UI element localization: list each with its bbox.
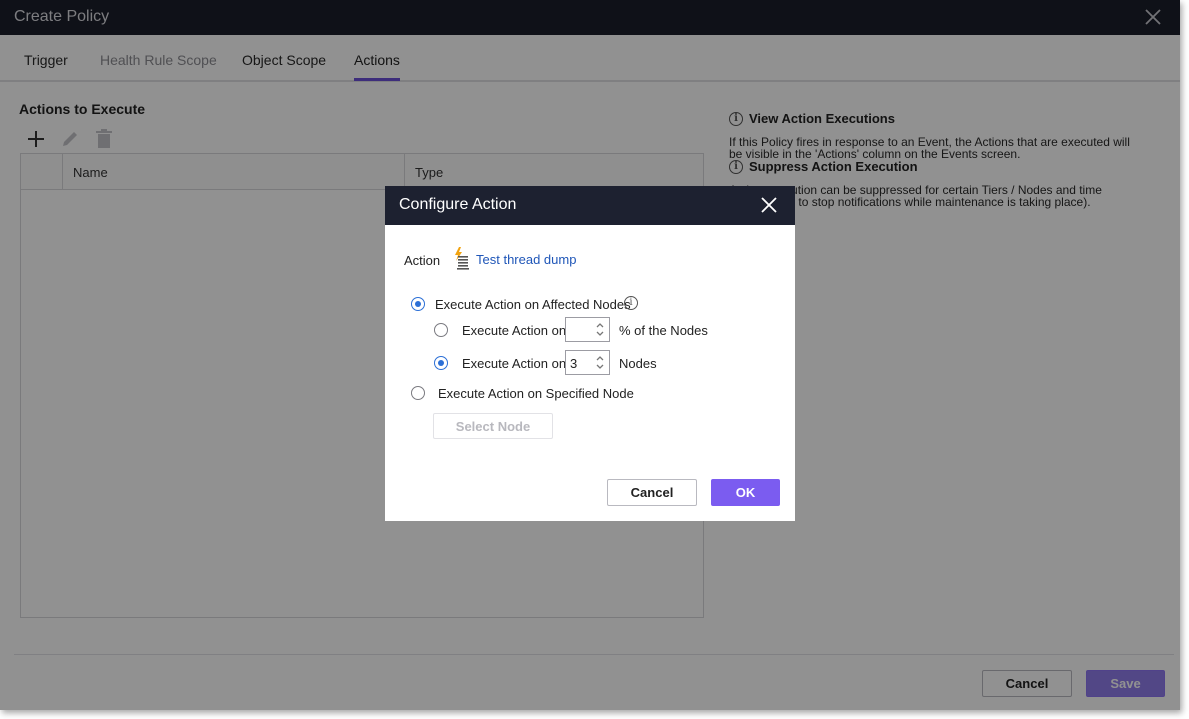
- configure-action-dialog: Configure Action Action Test thread dump…: [385, 186, 795, 521]
- dialog-title: Configure Action: [399, 196, 517, 213]
- action-name-link[interactable]: Test thread dump: [476, 252, 576, 267]
- dialog-header: Configure Action: [385, 186, 795, 225]
- thread-dump-icon: [455, 247, 469, 270]
- specified-node-label: Execute Action on Specified Node: [438, 386, 634, 401]
- stepper-arrows-icon[interactable]: [594, 321, 606, 338]
- percent-nodes-radio[interactable]: [434, 323, 448, 337]
- select-node-button[interactable]: Select Node: [433, 413, 553, 439]
- count-value: 3: [570, 356, 578, 371]
- percent-option-label: Execute Action on: [462, 323, 567, 338]
- affected-nodes-label: Execute Action on Affected Nodes: [435, 297, 631, 312]
- action-label: Action: [404, 253, 441, 268]
- stepper-arrows-icon[interactable]: [594, 354, 606, 371]
- dialog-ok-button[interactable]: OK: [711, 479, 780, 506]
- percent-suffix: % of the Nodes: [619, 323, 708, 338]
- count-nodes-radio[interactable]: [434, 356, 448, 370]
- percent-stepper[interactable]: [565, 317, 610, 342]
- count-option-label: Execute Action on: [462, 356, 567, 371]
- create-policy-window: Create Policy Trigger Health Rule Scope …: [0, 0, 1180, 710]
- count-suffix: Nodes: [619, 356, 657, 371]
- close-icon[interactable]: [761, 197, 777, 213]
- dialog-cancel-button[interactable]: Cancel: [607, 479, 697, 506]
- affected-nodes-radio[interactable]: [411, 297, 425, 311]
- count-stepper[interactable]: 3: [565, 350, 610, 375]
- info-icon[interactable]: i: [624, 296, 638, 310]
- specified-node-radio[interactable]: [411, 386, 425, 400]
